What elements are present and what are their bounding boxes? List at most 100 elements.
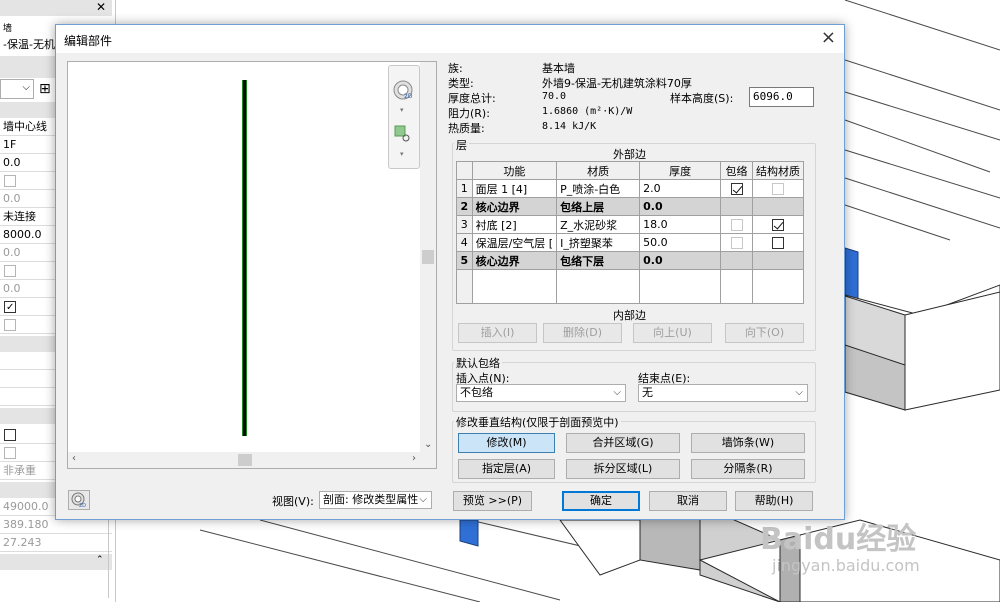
checkbox-checked-icon[interactable] [771, 219, 784, 231]
preview-button[interactable]: 预览 >>(P) [453, 491, 532, 511]
header-wraps: 包络 [720, 161, 753, 180]
layer-material[interactable]: P_喷涂-白色 [556, 179, 641, 198]
row-number[interactable]: 4 [456, 233, 473, 252]
row-number [456, 269, 473, 304]
layers-group-label: 层 [454, 137, 469, 153]
close-icon[interactable]: × [821, 28, 836, 48]
layer-wraps[interactable] [720, 233, 753, 252]
reveals-button[interactable]: 分隔条(R) [691, 459, 805, 479]
table-header-row: 功能 材质 厚度 包络 结构材质 [456, 161, 805, 180]
layer-thickness[interactable]: 2.0 [639, 179, 722, 198]
layer-thickness[interactable]: 18.0 [639, 215, 722, 234]
row-number[interactable]: 1 [456, 179, 473, 198]
layer-wraps [720, 197, 753, 216]
table-row[interactable]: 2 核心边界 包络上层 0.0 [456, 197, 805, 216]
layer-thickness[interactable]: 0.0 [639, 197, 722, 216]
chevron-down-icon: ⌵ [419, 492, 427, 508]
layer-wraps[interactable] [720, 179, 753, 198]
layer-function[interactable]: 面层 1 [4] [471, 179, 558, 198]
row-number[interactable]: 5 [456, 251, 473, 270]
layers-table[interactable]: 功能 材质 厚度 包络 结构材质 1 面层 1 [4] P_喷涂-白色 2.0 … [456, 161, 805, 304]
svg-text:▾: ▾ [400, 106, 404, 114]
view-select[interactable]: 剖面: 修改类型属性 ⌵ [319, 491, 432, 509]
layer-structural [751, 197, 805, 216]
baidu-watermark-url: jingyan.baidu.com [772, 556, 920, 575]
sample-height-input[interactable]: 6096.0 [749, 87, 814, 107]
layer-structural[interactable] [751, 179, 805, 198]
table-row[interactable]: 4 保温层/空气层 [ I_挤塑聚苯 50.0 [456, 233, 805, 252]
preview-horizontal-scrollbar[interactable]: ‹ › [68, 452, 436, 468]
split-region-button[interactable]: 拆分区域(L) [566, 459, 680, 479]
layer-material[interactable]: 包络下层 [556, 251, 641, 270]
checkbox-icon [771, 183, 784, 195]
thermal-mass-value: 8.14 kJ/K [542, 121, 597, 132]
header-structural-material: 结构材质 [751, 161, 805, 180]
assign-layers-button[interactable]: 指定层(A) [458, 459, 555, 479]
table-row-empty [456, 269, 805, 304]
collapse-icon[interactable]: ⌃ [96, 555, 104, 565]
table-row[interactable]: 5 核心边界 包络下层 0.0 [456, 251, 805, 270]
checkbox-icon[interactable] [771, 237, 784, 249]
scroll-left-icon[interactable]: ‹ [72, 453, 76, 464]
checkbox-icon [730, 219, 743, 231]
row-number[interactable]: 3 [456, 215, 473, 234]
layer-material[interactable]: 包络上层 [556, 197, 641, 216]
scroll-down-icon[interactable]: ⌄ [424, 439, 432, 450]
navigation-wheel-button[interactable]: 2D [68, 490, 90, 510]
layer-function[interactable]: 核心边界 [471, 197, 558, 216]
type-label: 类型: [448, 77, 474, 90]
checkbox-icon[interactable] [4, 447, 16, 459]
panel-type-dropdown[interactable]: ⌵ [0, 79, 34, 99]
panel-close-icon[interactable]: ✕ [96, 0, 106, 14]
header-function: 功能 [471, 161, 558, 180]
empty-cell [639, 269, 722, 304]
sweeps-button[interactable]: 墙饰条(W) [691, 433, 805, 453]
navigation-bar[interactable]: 2D ▾ ▾ [388, 65, 420, 169]
insert-layer-button[interactable]: 插入(I) [458, 323, 537, 343]
table-row[interactable]: 1 面层 1 [4] P_喷涂-白色 2.0 [456, 179, 805, 198]
checkbox-checked-icon[interactable]: ✓ [4, 301, 16, 313]
family-value: 基本墙 [542, 62, 575, 75]
end-point-select[interactable]: 无 ⌵ [638, 384, 808, 402]
scrollbar-thumb[interactable] [238, 454, 252, 466]
layer-material[interactable]: Z_水泥砂浆 [556, 215, 641, 234]
section-preview[interactable]: 2D ▾ ▾ ⌄ ‹ › [67, 61, 437, 469]
layer-material[interactable]: I_挤塑聚苯 [556, 233, 641, 252]
layer-function[interactable]: 衬底 [2] [471, 215, 558, 234]
layer-structural[interactable] [751, 233, 805, 252]
chevron-down-icon: ⌵ [613, 387, 621, 398]
layer-wraps[interactable] [720, 215, 753, 234]
checkbox-icon[interactable] [4, 429, 16, 441]
scrollbar-thumb[interactable] [422, 250, 434, 264]
row-number[interactable]: 2 [456, 197, 473, 216]
checkbox-icon[interactable] [4, 319, 16, 331]
cancel-button[interactable]: 取消 [649, 491, 727, 511]
preview-vertical-scrollbar[interactable]: ⌄ [420, 62, 436, 452]
layer-thickness[interactable]: 50.0 [639, 233, 722, 252]
edit-type-icon[interactable]: ⊞ [39, 81, 51, 97]
help-button[interactable]: 帮助(H) [735, 491, 813, 511]
checkbox-checked-icon[interactable] [730, 183, 743, 195]
layer-function[interactable]: 保温层/空气层 [ [471, 233, 558, 252]
header-material: 材质 [556, 161, 641, 180]
delete-layer-button[interactable]: 删除(D) [543, 323, 622, 343]
edit-assembly-dialog: 编辑部件 × 2D ▾ ▾ ⌄ ‹ › 族: 基本墙 类型: 外墙9-保温-无机… [55, 24, 845, 520]
layer-thickness[interactable]: 0.0 [639, 251, 722, 270]
end-point-value: 无 [642, 386, 653, 399]
insert-point-select[interactable]: 不包络 ⌵ [456, 384, 626, 402]
dialog-titlebar[interactable]: 编辑部件 × [56, 25, 844, 53]
scroll-right-icon[interactable]: › [412, 453, 416, 464]
layer-function[interactable]: 核心边界 [471, 251, 558, 270]
ok-button[interactable]: 确定 [562, 491, 640, 511]
move-up-button[interactable]: 向上(U) [633, 323, 712, 343]
checkbox-icon[interactable] [4, 175, 16, 187]
steering-wheel-icon[interactable]: 2D ▾ ▾ [389, 66, 419, 166]
move-down-button[interactable]: 向下(O) [725, 323, 804, 343]
modify-button[interactable]: 修改(M) [458, 433, 555, 453]
table-row[interactable]: 3 衬底 [2] Z_水泥砂浆 18.0 [456, 215, 805, 234]
interior-side-label: 内部边 [613, 309, 646, 322]
merge-regions-button[interactable]: 合并区域(G) [566, 433, 680, 453]
sample-height-label: 样本高度(S): [670, 92, 734, 105]
layer-structural[interactable] [751, 215, 805, 234]
checkbox-icon[interactable] [4, 265, 16, 277]
